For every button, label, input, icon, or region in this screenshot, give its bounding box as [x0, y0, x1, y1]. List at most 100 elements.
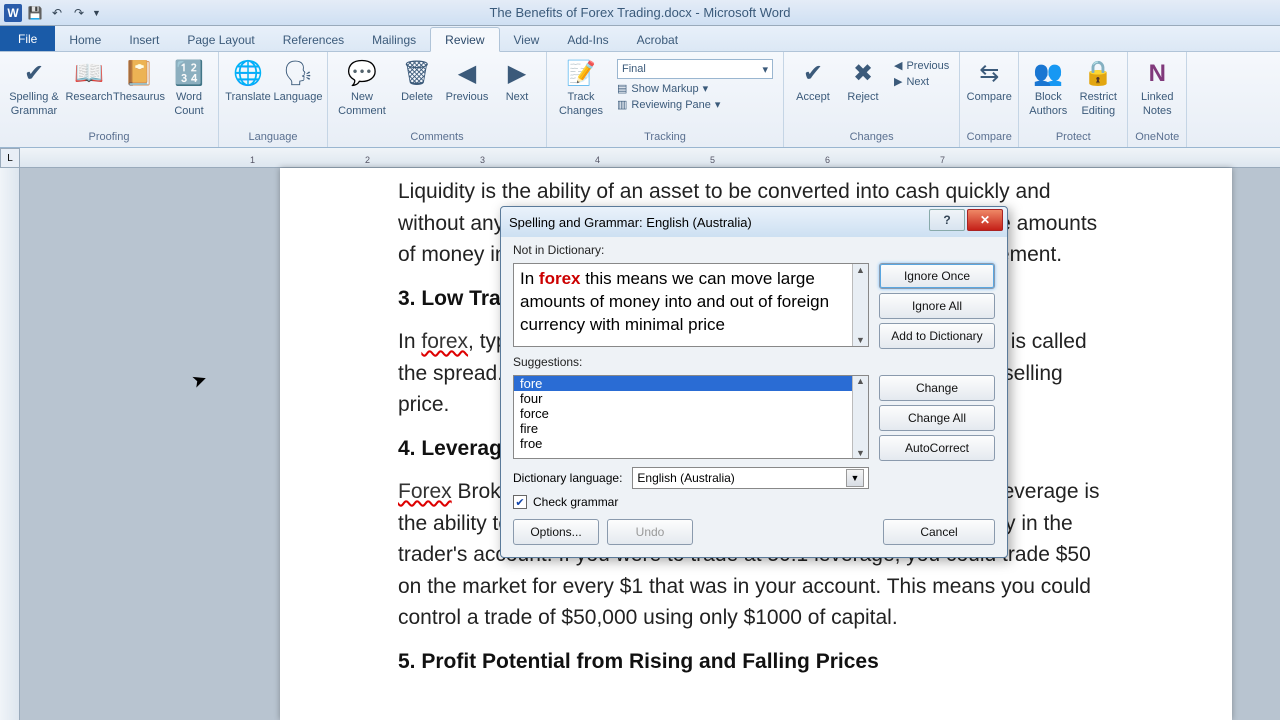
group-label-compare: Compare — [967, 131, 1012, 145]
cancel-button[interactable]: Cancel — [883, 519, 995, 545]
spelling-error[interactable]: Forex — [398, 480, 452, 503]
next-icon: ▶ — [508, 58, 526, 90]
ribbon-tabs: File Home Insert Page Layout References … — [0, 26, 1280, 52]
ribbon: ✔Spelling & Grammar 📖Research 📔Thesaurus… — [0, 52, 1280, 148]
ignore-all-button[interactable]: Ignore All — [879, 293, 995, 319]
tab-review[interactable]: Review — [430, 27, 499, 52]
group-comments: 💬New Comment 🗑Delete ◀Previous ▶Next Com… — [328, 52, 547, 147]
group-protect: 👥Block Authors 🔒Restrict Editing Protect — [1019, 52, 1128, 147]
group-tracking: 📝Track Changes Final▾ ▤Show Markup ▾ ▥Re… — [547, 52, 784, 147]
chevron-down-icon: ▼ — [846, 469, 864, 487]
suggestion-option[interactable]: four — [514, 391, 868, 406]
show-markup-button[interactable]: ▤Show Markup ▾ — [613, 81, 777, 96]
vertical-ruler[interactable] — [0, 168, 20, 720]
tab-mailings[interactable]: Mailings — [358, 28, 430, 51]
ruler-corner[interactable]: L — [0, 148, 20, 168]
save-icon[interactable]: 💾 — [26, 4, 44, 22]
translate-icon: 🌐 — [233, 58, 263, 90]
previous-icon: ◀ — [894, 59, 902, 72]
dictionary-language-select[interactable]: English (Australia) ▼ — [632, 467, 869, 489]
tab-acrobat[interactable]: Acrobat — [623, 28, 692, 51]
linked-notes-button[interactable]: NLinked Notes — [1134, 56, 1180, 119]
prev-change-button[interactable]: ◀Previous — [890, 58, 953, 73]
ignore-once-button[interactable]: Ignore Once — [879, 263, 995, 289]
scrollbar[interactable]: ▲▼ — [852, 376, 868, 458]
reject-button[interactable]: ✖Reject — [840, 56, 886, 105]
delete-comment-button[interactable]: 🗑Delete — [394, 56, 440, 105]
suggestion-option[interactable]: fire — [514, 421, 868, 436]
group-changes: ✔Accept ✖Reject ◀Previous ▶Next Changes — [784, 52, 960, 147]
dialog-titlebar[interactable]: Spelling and Grammar: English (Australia… — [501, 207, 1007, 237]
new-comment-button[interactable]: 💬New Comment — [334, 56, 390, 119]
mouse-cursor-icon: ➤ — [189, 368, 210, 393]
qat-dropdown-icon[interactable]: ▼ — [92, 8, 102, 18]
research-button[interactable]: 📖Research — [66, 56, 112, 105]
dialog-close-button[interactable]: ✕ — [967, 209, 1003, 231]
accept-icon: ✔ — [803, 58, 823, 90]
word-count-button[interactable]: 🔢Word Count — [166, 56, 212, 119]
horizontal-ruler[interactable]: 1 2 3 4 5 6 7 — [20, 148, 1280, 168]
thesaurus-button[interactable]: 📔Thesaurus — [116, 56, 162, 105]
tab-insert[interactable]: Insert — [115, 28, 173, 51]
suggestion-option[interactable]: fore — [514, 376, 868, 391]
autocorrect-button[interactable]: AutoCorrect — [879, 435, 995, 461]
window-title: The Benefits of Forex Trading.docx - Mic… — [489, 5, 790, 20]
pane-icon: ▥ — [617, 98, 627, 111]
accept-button[interactable]: ✔Accept — [790, 56, 836, 105]
group-label-proofing: Proofing — [89, 131, 130, 145]
reject-icon: ✖ — [853, 58, 873, 90]
title-bar: W 💾 ↶ ↷ ▼ The Benefits of Forex Trading.… — [0, 0, 1280, 26]
dialog-help-button[interactable]: ? — [929, 209, 965, 231]
abc-check-icon: ✔ — [24, 58, 44, 90]
markup-icon: ▤ — [617, 82, 627, 95]
tab-page-layout[interactable]: Page Layout — [173, 28, 268, 51]
compare-icon: ⇆ — [979, 58, 999, 90]
dialog-title: Spelling and Grammar: English (Australia… — [509, 215, 752, 230]
group-proofing: ✔Spelling & Grammar 📖Research 📔Thesaurus… — [0, 52, 219, 147]
reviewing-pane-button[interactable]: ▥Reviewing Pane ▾ — [613, 97, 777, 112]
tab-home[interactable]: Home — [55, 28, 115, 51]
change-all-button[interactable]: Change All — [879, 405, 995, 431]
prev-comment-button[interactable]: ◀Previous — [444, 56, 490, 105]
suggestion-option[interactable]: force — [514, 406, 868, 421]
thesaurus-icon: 📔 — [124, 58, 154, 90]
group-label-onenote: OneNote — [1135, 131, 1179, 145]
next-change-button[interactable]: ▶Next — [890, 74, 953, 89]
context-textbox[interactable]: In forex this means we can move large am… — [513, 263, 869, 347]
tab-references[interactable]: References — [269, 28, 358, 51]
change-button[interactable]: Change — [879, 375, 995, 401]
group-label-tracking: Tracking — [644, 131, 686, 145]
chevron-down-icon: ▾ — [703, 82, 709, 95]
compare-button[interactable]: ⇆Compare — [966, 56, 1012, 105]
group-onenote: NLinked Notes OneNote — [1128, 52, 1187, 147]
translate-button[interactable]: 🌐Translate — [225, 56, 271, 105]
tab-view[interactable]: View — [500, 28, 554, 51]
group-label-protect: Protect — [1056, 131, 1091, 145]
chevron-down-icon: ▾ — [715, 98, 721, 111]
suggestions-label: Suggestions: — [513, 355, 869, 369]
options-button[interactable]: Options... — [513, 519, 599, 545]
add-to-dictionary-button[interactable]: Add to Dictionary — [879, 323, 995, 349]
tab-addins[interactable]: Add-Ins — [553, 28, 622, 51]
track-changes-button[interactable]: 📝Track Changes — [553, 56, 609, 119]
spelling-error[interactable]: forex — [421, 330, 468, 353]
suggestion-option[interactable]: froe — [514, 436, 868, 451]
language-button[interactable]: 🗣Language — [275, 56, 321, 105]
block-authors-button[interactable]: 👥Block Authors — [1025, 56, 1071, 119]
undo-icon[interactable]: ↶ — [48, 4, 66, 22]
scrollbar[interactable]: ▲▼ — [852, 264, 868, 346]
suggestions-listbox[interactable]: fore four force fire froe ▲▼ — [513, 375, 869, 459]
spelling-grammar-button[interactable]: ✔Spelling & Grammar — [6, 56, 62, 119]
display-for-review-select[interactable]: Final▾ — [613, 58, 777, 80]
quick-access-toolbar: W 💾 ↶ ↷ ▼ — [0, 4, 102, 22]
chevron-down-icon: ▾ — [762, 63, 768, 76]
next-comment-button[interactable]: ▶Next — [494, 56, 540, 105]
heading-5: 5. Profit Potential from Rising and Fall… — [398, 646, 1114, 678]
not-in-dictionary-label: Not in Dictionary: — [513, 243, 869, 257]
dictionary-language-label: Dictionary language: — [513, 471, 622, 485]
redo-icon[interactable]: ↷ — [70, 4, 88, 22]
restrict-editing-button[interactable]: 🔒Restrict Editing — [1075, 56, 1121, 119]
check-grammar-checkbox[interactable]: ✔ — [513, 495, 527, 509]
group-compare: ⇆Compare Compare — [960, 52, 1019, 147]
tab-file[interactable]: File — [0, 26, 55, 51]
